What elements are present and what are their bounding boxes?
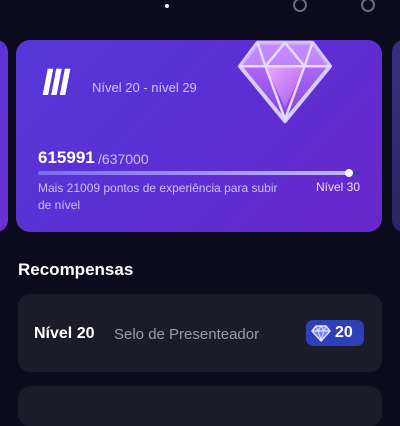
page-indicator (0, 0, 400, 12)
reward-name: Selo de Presenteador (114, 326, 260, 343)
reward-item[interactable]: Nível 20 Selo de Presenteador 20 (18, 294, 382, 372)
xp-progress-fill (38, 171, 350, 175)
page-dot-active (165, 4, 169, 8)
tier-numeral: III (42, 62, 70, 104)
reward-badge: 20 (306, 320, 364, 346)
diamond-icon (311, 325, 331, 342)
diamond-icon (237, 40, 333, 124)
next-level-label: Nível 30 (315, 180, 360, 194)
previous-level-card[interactable] (0, 40, 8, 232)
level-card[interactable]: III Nível 20 - nível 29 615991 /637000 M… (16, 40, 382, 232)
rewards-title: Recompensas (18, 260, 134, 279)
reward-level: Nível 20 (34, 325, 95, 342)
xp-hint: Mais 21009 pontos de experiência para su… (38, 181, 278, 212)
next-level-card[interactable] (392, 40, 400, 232)
xp-progress-knob (345, 169, 354, 177)
reward-badge-value: 20 (335, 324, 353, 341)
status-icon (293, 0, 307, 12)
xp-total: /637000 (98, 151, 149, 167)
status-icon (361, 0, 375, 12)
level-range: Nível 20 - nível 29 (92, 80, 197, 95)
reward-item[interactable] (18, 386, 382, 426)
xp-current: 615991 (38, 148, 95, 167)
xp-progress-bar (38, 169, 360, 177)
